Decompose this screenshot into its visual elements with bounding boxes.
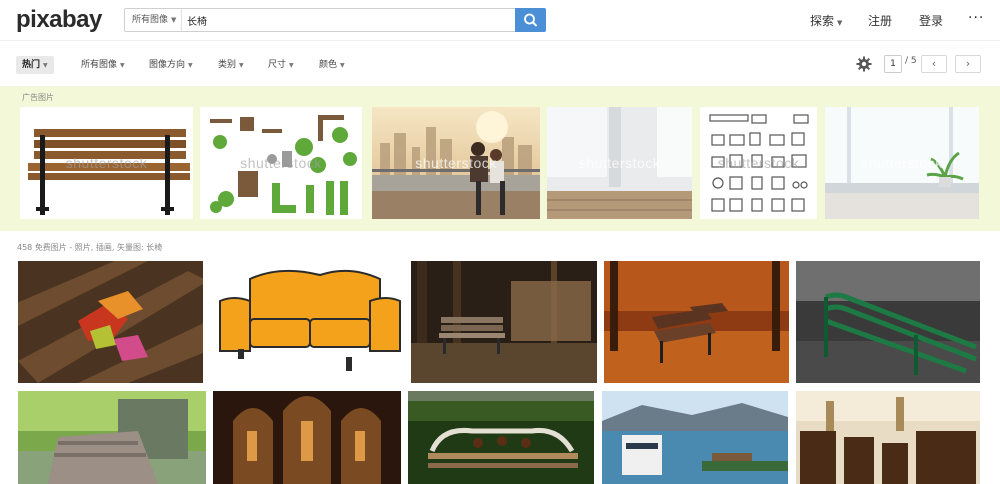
church-pews-photo — [796, 391, 980, 484]
sponsored-images-strip: 广告图片 shutterstock shutterstock shutterst… — [0, 86, 1000, 231]
watermark: shutterstock — [240, 155, 322, 171]
filter-color-label: 颜色 — [319, 60, 338, 70]
forest-bench-photo — [411, 261, 597, 383]
result-image-lake-boat[interactable] — [602, 391, 788, 484]
filter-color[interactable]: 颜色 ▼ — [319, 56, 345, 74]
filter-category[interactable]: 类别 ▼ — [218, 56, 244, 74]
ad-image-city-icons[interactable]: shutterstock — [700, 107, 817, 219]
ad-image-landscape-icons[interactable]: shutterstock — [200, 107, 362, 219]
watermark: shutterstock — [717, 155, 800, 171]
result-image-green-iron-bench[interactable] — [796, 261, 980, 383]
nav-login[interactable]: 登录 — [919, 12, 943, 29]
chevron-right-icon: › — [965, 57, 971, 70]
watermark: shutterstock — [578, 155, 661, 171]
caret-down-icon: ▼ — [340, 62, 345, 69]
nav-register[interactable]: 注册 — [868, 12, 892, 29]
logo[interactable]: pixabay — [16, 6, 102, 34]
search-icon — [524, 13, 537, 27]
watermark: shutterstock — [65, 155, 148, 171]
filter-popular[interactable]: 热门 ▼ — [16, 56, 54, 74]
result-image-autumn-park-bench[interactable] — [604, 261, 789, 383]
result-image-church-interior[interactable] — [213, 391, 401, 484]
caret-down-icon: ▼ — [120, 62, 125, 69]
more-icon[interactable]: ··· — [968, 10, 984, 26]
autumn-park-bench-photo — [604, 261, 789, 383]
gear-icon[interactable] — [856, 56, 872, 72]
church-interior-photo — [213, 391, 401, 484]
caret-down-icon: ▼ — [188, 62, 193, 69]
nav-explore[interactable]: 探索 ▼ — [810, 12, 842, 29]
filter-bar: 热门 ▼ 所有图像 ▼ 图像方向 ▼ 类别 ▼ 尺寸 ▼ 颜色 ▼ — [0, 40, 1000, 86]
search-input[interactable] — [187, 11, 507, 29]
search-bar: 所有图像 ▼ — [124, 8, 546, 32]
ad-image-window-plant[interactable]: shutterstock — [825, 107, 979, 219]
filter-category-label: 类别 — [218, 60, 237, 70]
ornate-bench-photo — [408, 391, 594, 484]
search-type-label: 所有图像 — [132, 15, 169, 25]
result-image-church-pews[interactable] — [796, 391, 980, 484]
result-image-mossy-bench[interactable] — [18, 391, 206, 484]
caret-down-icon: ▼ — [837, 19, 843, 27]
mossy-bench-photo — [18, 391, 206, 484]
result-image-autumn-leaves-bench[interactable] — [18, 261, 203, 383]
chevron-left-icon: ‹ — [931, 57, 937, 70]
caret-down-icon: ▼ — [43, 62, 48, 69]
filter-size-label: 尺寸 — [268, 60, 287, 70]
page-number-input[interactable]: 1 — [884, 55, 902, 73]
filter-orientation[interactable]: 图像方向 ▼ — [149, 56, 193, 74]
nav-explore-label: 探索 — [810, 14, 835, 28]
orange-sofa-illustration — [210, 261, 404, 383]
ad-image-empty-table[interactable]: shutterstock — [547, 107, 692, 219]
search-button[interactable] — [515, 8, 546, 32]
filter-orientation-label: 图像方向 — [149, 60, 186, 70]
caret-down-icon: ▼ — [239, 62, 244, 69]
ad-image-bench[interactable]: shutterstock — [20, 107, 193, 219]
filter-image-type[interactable]: 所有图像 ▼ — [81, 56, 125, 74]
ad-image-couple-city[interactable]: shutterstock — [372, 107, 540, 219]
autumn-leaves-bench-photo — [18, 261, 203, 383]
filter-size[interactable]: 尺寸 ▼ — [268, 56, 294, 74]
result-image-forest-bench[interactable] — [411, 261, 597, 383]
result-image-ornate-bench[interactable] — [408, 391, 594, 484]
watermark: shutterstock — [415, 155, 497, 171]
lake-boat-photo — [602, 391, 788, 484]
ads-label: 广告图片 — [22, 93, 54, 102]
watermark: shutterstock — [861, 155, 943, 171]
green-iron-bench-photo — [796, 261, 980, 383]
filter-image-type-label: 所有图像 — [81, 60, 118, 70]
next-page-button[interactable]: › — [955, 55, 981, 73]
caret-down-icon: ▼ — [289, 62, 294, 69]
results-count: 458 免费图片 - 照片, 插画, 矢量图: 长椅 — [17, 243, 163, 252]
top-bar: pixabay 所有图像▼ 探索▼ 注册 登录 ··· — [0, 0, 1000, 40]
caret-down-icon: ▼ — [171, 16, 177, 24]
search-type-select[interactable]: 所有图像 ▼ — [125, 9, 182, 31]
prev-page-button[interactable]: ‹ — [921, 55, 947, 73]
filter-popular-label: 热门 — [22, 60, 41, 70]
result-image-orange-sofa[interactable] — [210, 261, 404, 383]
page-total: / 5 — [905, 56, 917, 66]
